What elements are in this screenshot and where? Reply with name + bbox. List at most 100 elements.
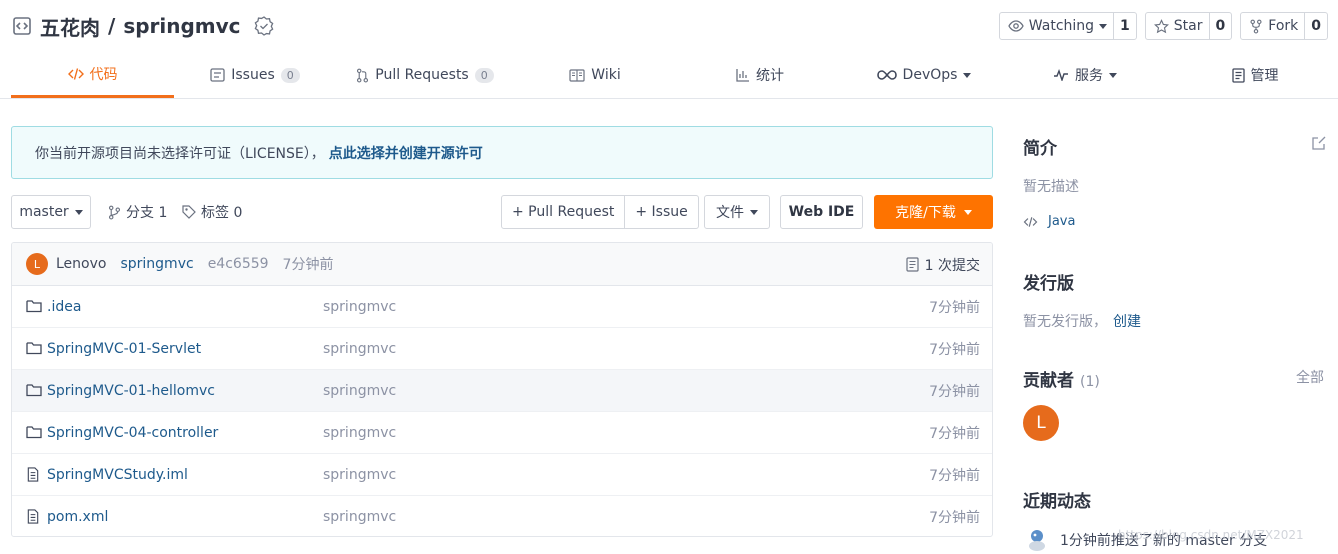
star-count[interactable]: 0	[1210, 13, 1232, 39]
tags-link[interactable]: 标签 0	[182, 195, 242, 229]
file-commit-message[interactable]: springmvc	[323, 509, 396, 525]
file-commit-time: 7分钟前	[929, 467, 980, 484]
repo-title: 五花肉 / springmvc	[12, 12, 275, 40]
releases-heading: 发行版	[1023, 274, 1074, 294]
tab-services-label: 服务	[1075, 68, 1103, 84]
file-row[interactable]: .idea springmvc 7分钟前	[12, 286, 992, 328]
language-item: Java	[1023, 214, 1075, 229]
commits-icon	[906, 257, 919, 272]
code-icon	[67, 67, 84, 81]
file-commit-message[interactable]: springmvc	[323, 467, 396, 483]
watermark-text: https://blog.csdn.net/MZX2021	[1118, 528, 1304, 542]
tab-pull-requests[interactable]: Pull Requests 0	[350, 52, 500, 98]
file-row[interactable]: SpringMVC-01-Servlet springmvc 7分钟前	[12, 328, 992, 370]
contributors-all-link[interactable]: 全部	[1296, 367, 1324, 387]
tab-services[interactable]: 服务	[1040, 52, 1130, 98]
create-license-link[interactable]: 点此选择并创建开源许可	[329, 143, 483, 163]
devops-icon	[876, 69, 897, 81]
file-name[interactable]: SpringMVC-01-Servlet	[47, 341, 201, 357]
fork-count[interactable]: 0	[1305, 13, 1327, 39]
activity-heading: 近期动态	[1023, 492, 1091, 512]
chevron-down-icon	[74, 209, 83, 215]
file-commit-time: 7分钟前	[929, 510, 980, 526]
repo-name-link[interactable]: springmvc	[123, 14, 240, 38]
file-row[interactable]: SpringMVC-01-hellomvc springmvc 7分钟前	[12, 370, 992, 412]
tag-icon	[182, 205, 196, 219]
chevron-down-icon	[750, 209, 758, 215]
file-commit-message[interactable]: springmvc	[323, 383, 396, 399]
avatar[interactable]: L	[26, 253, 48, 275]
star-button[interactable]: Star 0	[1144, 12, 1233, 40]
pull-requests-count-badge: 0	[474, 67, 494, 83]
chevron-down-icon	[1109, 72, 1117, 78]
fork-icon	[1249, 19, 1263, 34]
file-name[interactable]: SpringMVCStudy.iml	[47, 467, 188, 483]
file-commit-time: 7分钟前	[929, 383, 980, 400]
watch-count[interactable]: 1	[1114, 13, 1136, 39]
watch-button[interactable]: Watching 1	[998, 12, 1137, 40]
create-release-link[interactable]: 创建	[1113, 311, 1141, 331]
new-issue-button[interactable]: + Issue	[624, 196, 697, 228]
manage-icon	[1231, 67, 1245, 83]
chevron-down-icon	[963, 72, 972, 78]
file-commit-message[interactable]: springmvc	[323, 425, 396, 441]
edit-icon[interactable]	[1311, 135, 1327, 151]
tags-count: 标签 0	[201, 205, 243, 221]
code-icon	[1023, 216, 1038, 228]
tab-stats[interactable]: 统计	[720, 52, 800, 98]
web-ide-button[interactable]: Web IDE	[780, 195, 863, 229]
chevron-down-icon	[963, 209, 972, 215]
fork-button[interactable]: Fork 0	[1240, 12, 1328, 40]
file-row[interactable]: pom.xml springmvc 7分钟前	[12, 496, 992, 536]
file-commit-time: 7分钟前	[929, 299, 980, 316]
wiki-icon	[569, 68, 585, 82]
commit-message[interactable]: springmvc	[120, 256, 193, 272]
folder-icon	[26, 341, 42, 355]
language-label[interactable]: Java	[1048, 214, 1075, 229]
file-commit-message[interactable]: springmvc	[323, 341, 396, 357]
tab-wiki-label: Wiki	[591, 67, 621, 83]
file-name[interactable]: SpringMVC-01-hellomvc	[47, 383, 215, 399]
avatar[interactable]: L	[1023, 405, 1059, 441]
file-menu-button[interactable]: 文件	[704, 195, 770, 229]
clone-download-label: 克隆/下载	[895, 205, 956, 221]
clone-download-button[interactable]: 克隆/下载	[874, 195, 993, 229]
branches-count: 分支 1	[126, 205, 168, 221]
eye-icon	[1008, 19, 1024, 33]
tab-devops[interactable]: DevOps	[868, 52, 980, 98]
repo-owner-link[interactable]: 五花肉	[40, 12, 100, 41]
user-avatar-icon[interactable]	[1028, 529, 1046, 551]
intro-description: 暂无描述	[1023, 179, 1079, 195]
file-row[interactable]: SpringMVC-04-controller springmvc 7分钟前	[12, 412, 992, 454]
file-row[interactable]: SpringMVCStudy.iml springmvc 7分钟前	[12, 454, 992, 496]
watch-label: Watching	[1028, 18, 1095, 34]
tab-devops-label: DevOps	[902, 67, 958, 83]
new-pull-request-button[interactable]: + Pull Request	[502, 196, 624, 228]
file-icon	[26, 467, 40, 482]
service-icon	[1053, 69, 1069, 81]
recommend-badge-icon	[253, 15, 275, 37]
file-name[interactable]: pom.xml	[47, 509, 108, 525]
branch-select[interactable]: master	[11, 195, 91, 229]
repo-title-separator: /	[108, 14, 116, 38]
tab-issues[interactable]: Issues 0	[200, 52, 310, 98]
tab-manage-label: 管理	[1250, 68, 1279, 84]
issues-count-badge: 0	[280, 67, 300, 83]
commit-author[interactable]: Lenovo	[56, 256, 106, 272]
branches-link[interactable]: 分支 1	[108, 195, 167, 229]
commit-count-link[interactable]: 1 次提交	[906, 243, 980, 286]
commit-sha[interactable]: e4c6559	[208, 256, 269, 272]
releases-empty-text: 暂无发行版，	[1023, 314, 1107, 330]
fork-label: Fork	[1268, 18, 1299, 34]
file-commit-message[interactable]: springmvc	[323, 299, 396, 315]
contributors-title: 贡献者	[1023, 371, 1074, 391]
file-commit-time: 7分钟前	[929, 425, 980, 442]
tab-code[interactable]: 代码	[11, 52, 174, 98]
file-name[interactable]: .idea	[47, 299, 81, 315]
star-label: Star	[1173, 18, 1203, 34]
file-name[interactable]: SpringMVC-04-controller	[47, 425, 218, 441]
tab-manage[interactable]: 管理	[1210, 52, 1300, 98]
tab-wiki[interactable]: Wiki	[555, 52, 635, 98]
branch-select-label: master	[19, 204, 69, 220]
new-actions-group: + Pull Request + Issue	[501, 195, 699, 229]
